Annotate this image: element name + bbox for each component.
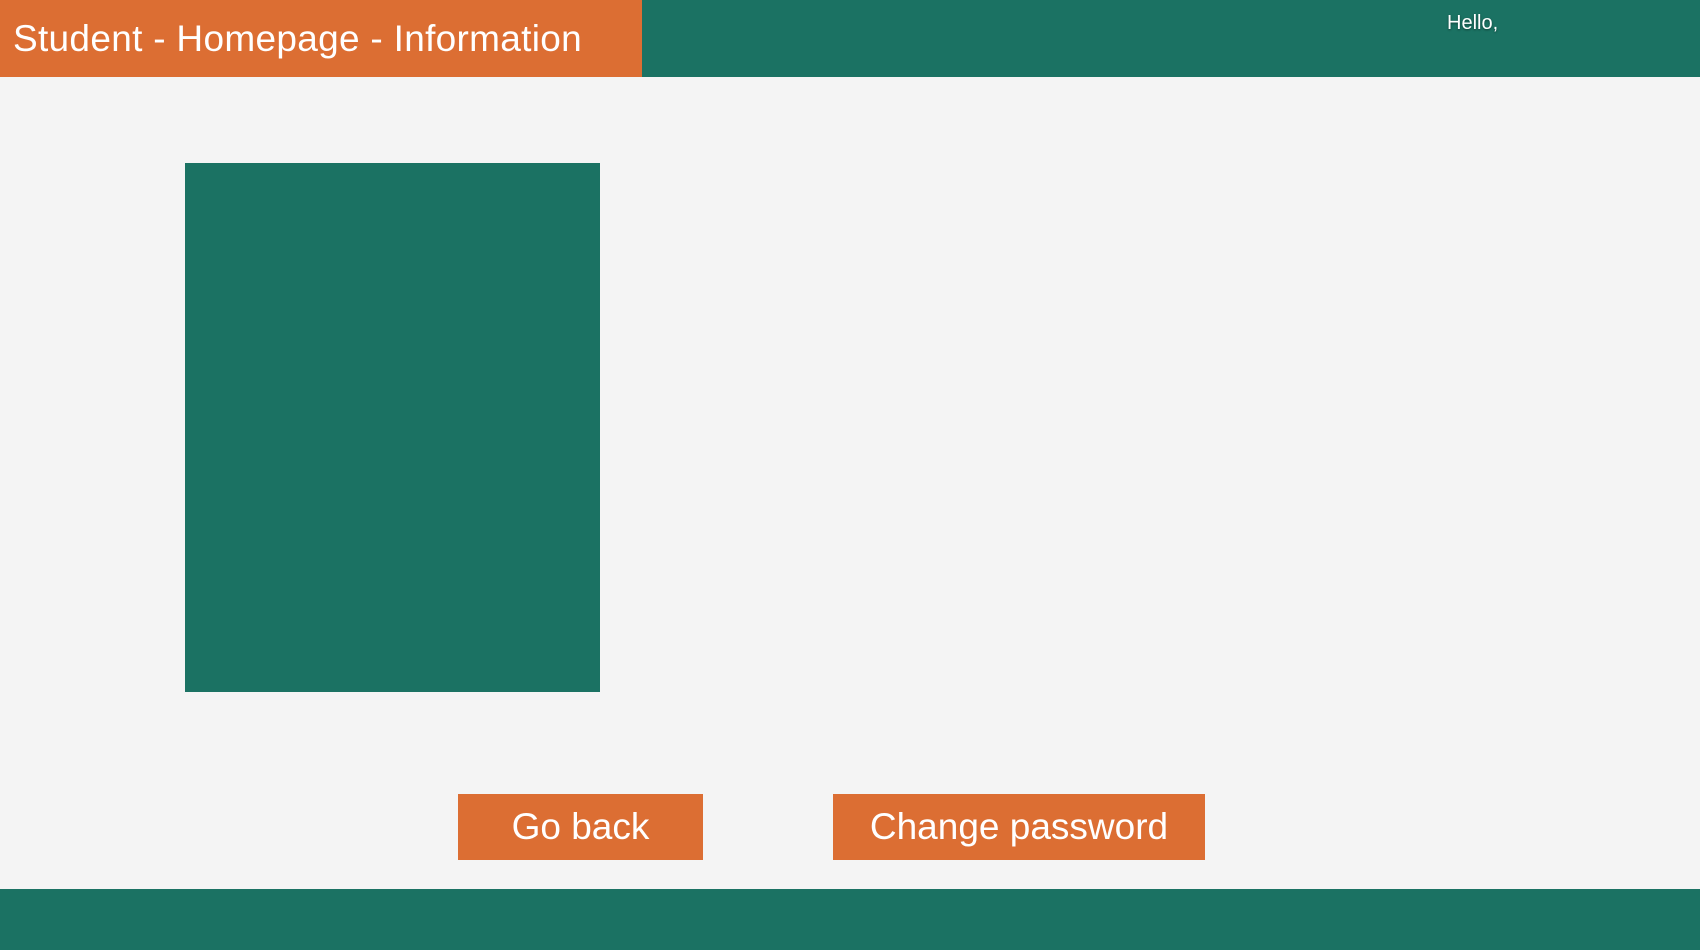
title-block: Student - Homepage - Information [0, 0, 642, 77]
page-title: Student - Homepage - Information [13, 17, 583, 59]
user-greeting: Hello, [1447, 12, 1499, 34]
footer-bar [0, 889, 1700, 950]
top-bar: Student - Homepage - Information Hello, [0, 0, 1700, 77]
page: Student - Homepage - Information Hello, … [0, 0, 1700, 950]
change-password-button[interactable]: Change password [833, 794, 1205, 860]
student-photo-placeholder [185, 163, 600, 692]
go-back-button[interactable]: Go back [458, 794, 703, 860]
